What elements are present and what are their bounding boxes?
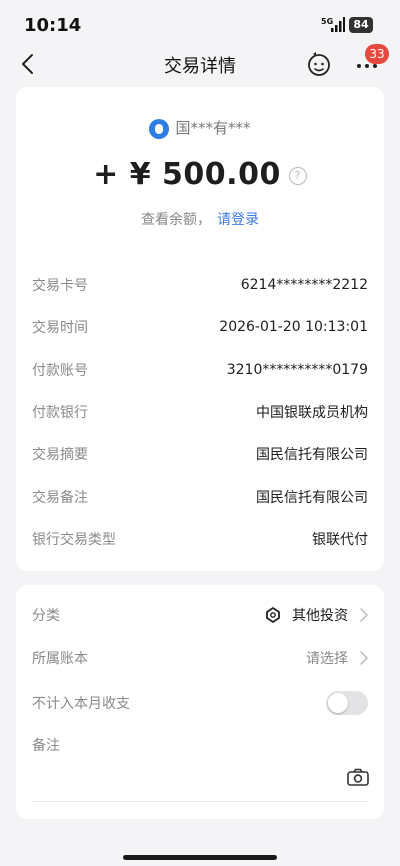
- detail-row-payer-account: 付款账号 3210**********0179: [32, 349, 368, 391]
- exclude-toggle[interactable]: [326, 691, 368, 715]
- investment-category-icon: [266, 607, 280, 623]
- detail-row-bank-type: 银行交易类型 银联代付: [32, 518, 368, 560]
- login-link[interactable]: 请登录: [217, 212, 259, 228]
- payer-info: 国***有***: [16, 117, 384, 139]
- account-book-row[interactable]: 所属账本 请选择: [32, 648, 368, 668]
- payer-name: 国***有***: [175, 119, 251, 137]
- note-label: 备注: [32, 738, 60, 754]
- category-row[interactable]: 分类 其他投资: [32, 605, 368, 625]
- detail-value: 2026-01-20 10:13:01: [219, 319, 368, 336]
- transaction-card: 国***有*** + ¥ 500.00? 查看余额， 请登录 交易卡号 6214*…: [16, 87, 384, 571]
- amount-row: + ¥ 500.00?: [16, 157, 384, 192]
- camera-icon[interactable]: [347, 768, 369, 786]
- chevron-right-icon: [360, 608, 368, 622]
- balance-prompt: 查看余额，: [141, 212, 211, 228]
- payer-logo-icon: [149, 118, 170, 139]
- battery-indicator: 84: [349, 17, 373, 33]
- home-indicator: [123, 855, 277, 860]
- detail-label: 付款账号: [32, 362, 88, 379]
- detail-list: 交易卡号 6214********2212 交易时间 2026-01-20 10…: [32, 264, 368, 560]
- category-value: 其他投资: [292, 608, 348, 624]
- customer-service-icon[interactable]: [305, 50, 333, 78]
- chevron-right-icon: [360, 651, 368, 665]
- detail-value: 国民信托有限公司: [256, 489, 368, 506]
- account-book-value-group: 请选择: [306, 648, 368, 668]
- detail-value: 3210**********0179: [226, 361, 368, 378]
- balance-line: 查看余额， 请登录: [16, 209, 384, 229]
- category-value-group: 其他投资: [264, 605, 368, 625]
- detail-row-remark: 交易备注 国民信托有限公司: [32, 475, 368, 517]
- detail-label: 银行交易类型: [32, 531, 116, 548]
- exclude-label: 不计入本月收支: [32, 696, 130, 712]
- nav-bar: 交易详情: [0, 40, 400, 88]
- detail-label: 付款银行: [32, 405, 88, 422]
- account-book-value: 请选择: [306, 651, 348, 667]
- transaction-amount: + ¥ 500.00: [93, 157, 281, 192]
- status-time: 10:14: [24, 15, 82, 36]
- category-label: 分类: [32, 608, 60, 624]
- detail-value: 中国银联成员机构: [256, 405, 368, 422]
- detail-label: 交易时间: [32, 320, 88, 337]
- note-divider: [32, 801, 368, 802]
- account-book-label: 所属账本: [32, 651, 88, 667]
- signal-icon: 5G: [321, 17, 345, 32]
- detail-row-payer-bank: 付款银行 中国银联成员机构: [32, 391, 368, 433]
- detail-value: 6214********2212: [240, 277, 368, 294]
- exclude-row: 不计入本月收支: [32, 691, 368, 715]
- detail-label: 交易摘要: [32, 447, 88, 464]
- detail-label: 交易备注: [32, 489, 88, 506]
- detail-value: 国民信托有限公司: [256, 447, 368, 464]
- network-label: 5G: [321, 17, 333, 26]
- classification-card: 分类 其他投资 所属账本 请选择 不计入本月收支 备注: [16, 585, 384, 819]
- detail-label: 交易卡号: [32, 278, 88, 295]
- detail-row-summary: 交易摘要 国民信托有限公司: [32, 433, 368, 475]
- detail-row-time: 交易时间 2026-01-20 10:13:01: [32, 306, 368, 348]
- detail-row-card-number: 交易卡号 6214********2212: [32, 264, 368, 306]
- detail-value: 银联代付: [312, 531, 368, 548]
- notification-badge: 33: [365, 44, 389, 64]
- help-icon[interactable]: ?: [288, 166, 307, 185]
- page-title: 交易详情: [164, 56, 236, 77]
- note-row: 备注: [32, 735, 368, 755]
- toggle-knob: [328, 693, 348, 713]
